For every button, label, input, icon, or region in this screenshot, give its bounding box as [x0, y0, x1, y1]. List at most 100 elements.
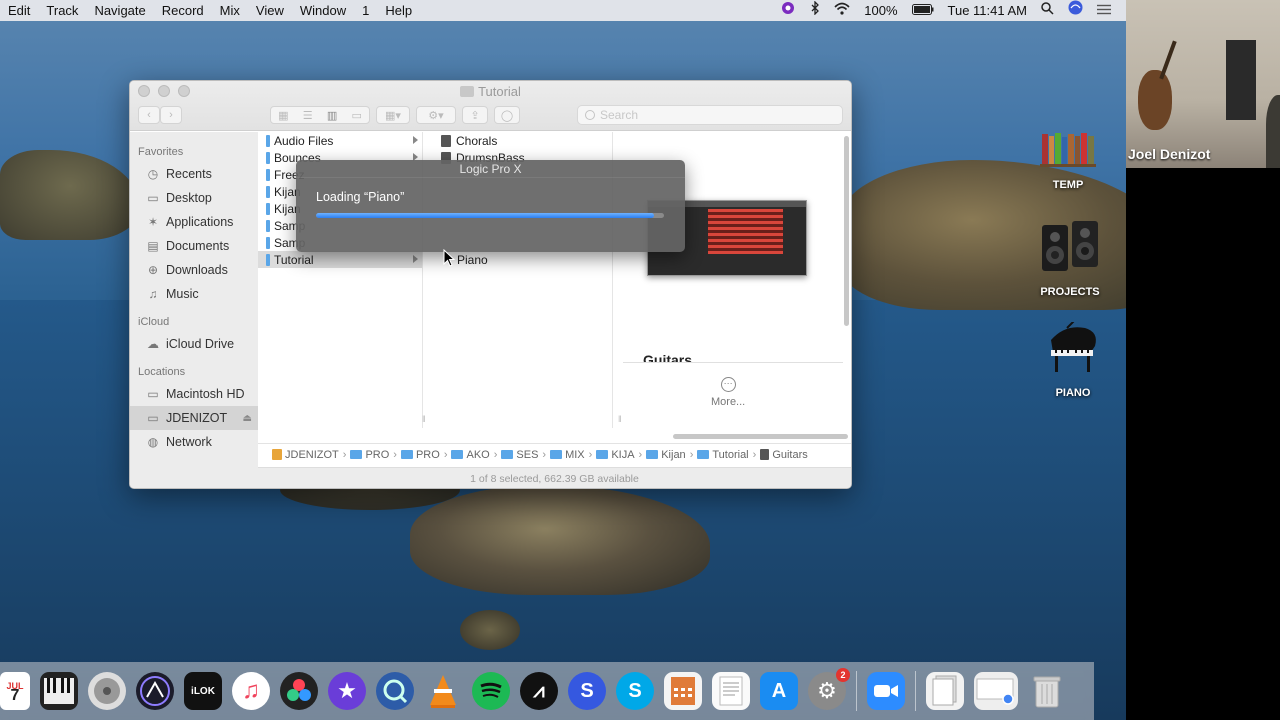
sidebar-item-network[interactable]: ◍ Network [130, 430, 258, 454]
menu-mix[interactable]: Mix [212, 0, 248, 21]
gallery-view-icon[interactable]: ▭ [351, 109, 361, 122]
sidebar-item-downloads[interactable]: ⊕ Downloads [130, 258, 258, 282]
window-title-text: Tutorial [478, 84, 521, 99]
trash-icon [1033, 676, 1061, 708]
menu-navigate[interactable]: Navigate [86, 0, 153, 21]
dock-quicktime[interactable] [376, 672, 414, 710]
dock-chrome-window[interactable] [974, 672, 1018, 710]
menu-window[interactable]: Window [292, 0, 354, 21]
list-view-icon[interactable]: ☰ [303, 109, 313, 122]
path-segment[interactable]: KIJA [596, 449, 635, 461]
chevron-right-icon: › [169, 109, 173, 121]
folder-icon [266, 202, 270, 215]
siri-icon[interactable] [1061, 0, 1090, 21]
dock-shazam[interactable]: S [568, 672, 606, 710]
sidebar-item-desktop[interactable]: ▭ Desktop [130, 186, 258, 210]
participant-video[interactable]: Joel Denizot [1126, 0, 1280, 168]
dock-system-preferences[interactable]: ⚙ 2 [808, 668, 850, 710]
path-segment[interactable]: PRO [400, 449, 440, 461]
dock-music[interactable]: ♫ [232, 672, 270, 710]
group-icon: ▦▾ [385, 109, 401, 122]
view-mode-control[interactable]: ▦ ☰ ▥ ▭ [270, 106, 370, 124]
tags-button[interactable]: ◯ [494, 106, 520, 124]
sidebar-item-recents[interactable]: ◷ Recents [130, 162, 258, 186]
dock-calendar[interactable]: JUL 7 [0, 672, 30, 710]
path-segment[interactable]: Guitars [760, 449, 808, 461]
list-item[interactable]: Audio Files [258, 132, 422, 149]
desktop-icon-temp[interactable]: TEMP [1023, 130, 1113, 191]
horizontal-scrollbar[interactable] [673, 434, 848, 439]
menu-track[interactable]: Track [38, 0, 86, 21]
dock-spotify[interactable] [472, 672, 510, 710]
disk-icon: ▭ [147, 387, 159, 401]
dock-ilok[interactable]: iLOK [184, 672, 222, 710]
dock-disk-utility[interactable] [88, 672, 126, 710]
dock-waves[interactable]: ⩘ [520, 672, 558, 710]
menu-record[interactable]: Record [154, 0, 212, 21]
path-segment[interactable]: Kijan [646, 449, 686, 461]
dock-app-store[interactable]: A [760, 672, 798, 710]
finder-titlebar[interactable]: Tutorial ‹ › ▦ ☰ ▥ ▭ ▦▾ ⚙▾ ⇪ ◯ Search [130, 81, 851, 131]
menu-help[interactable]: Help [377, 0, 420, 21]
column-resize-handle[interactable]: ǁ [618, 414, 622, 424]
path-segment[interactable]: PRO [350, 449, 389, 461]
menu-1[interactable]: 1 [354, 0, 377, 21]
dock-skype[interactable]: S [616, 672, 654, 710]
sidebar-item-documents[interactable]: ▤ Documents [130, 234, 258, 258]
sidebar-item-applications[interactable]: ✶ Applications [130, 210, 258, 234]
column-resize-handle[interactable]: ǁ [422, 414, 426, 424]
path-label: Tutorial [712, 448, 749, 461]
dock-textedit[interactable] [712, 672, 750, 710]
dock-vlc[interactable] [424, 672, 462, 710]
more-button[interactable]: ··· More... [711, 377, 745, 408]
search-input[interactable]: Search [577, 105, 843, 125]
path-segment[interactable]: JDENIZOT [272, 449, 339, 461]
dock-davinci-resolve[interactable] [280, 672, 318, 710]
bluetooth-icon[interactable] [803, 0, 827, 21]
document-stack-icon [932, 675, 957, 706]
dock-piano-app[interactable] [40, 672, 78, 710]
dock-zoom[interactable] [867, 672, 905, 710]
forward-button[interactable]: › [160, 106, 182, 124]
app-store-icon: A [771, 679, 787, 702]
globe-icon: ◍ [147, 435, 159, 449]
list-item[interactable]: Chorals [433, 132, 612, 149]
dock-imovie[interactable]: ★ [328, 672, 366, 710]
path-segment[interactable]: AKO [451, 449, 490, 461]
sidebar-item-jdenizot[interactable]: ▭ JDENIZOT ⏏ [130, 406, 258, 430]
column-view-icon[interactable]: ▥ [327, 109, 337, 122]
dock-calculator[interactable] [664, 672, 702, 710]
eject-icon[interactable]: ⏏ [243, 413, 252, 424]
desktop-icon-projects[interactable]: PROJECTS [1025, 217, 1115, 298]
dock-trash[interactable] [1028, 672, 1066, 710]
vertical-scrollbar[interactable] [844, 136, 849, 326]
action-button[interactable]: ⚙▾ [416, 106, 456, 124]
share-button[interactable]: ⇪ [462, 106, 488, 124]
back-button[interactable]: ‹ [138, 106, 160, 124]
item-label: Tutorial [274, 252, 314, 267]
path-segment[interactable]: SES [501, 449, 538, 461]
battery-icon[interactable] [905, 0, 941, 21]
sidebar-item-macintosh-hd[interactable]: ▭ Macintosh HD [130, 382, 258, 406]
dock-documents-stack[interactable] [926, 672, 964, 710]
desktop-icon-piano[interactable]: PIANO [1028, 319, 1118, 399]
notification-center-icon[interactable] [1090, 0, 1118, 21]
sidebar-item-icloud-drive[interactable]: ☁ iCloud Drive [130, 332, 258, 356]
icon-view-icon[interactable]: ▦ [278, 109, 288, 122]
dock-logic-pro[interactable] [136, 672, 174, 710]
clock[interactable]: Tue 11:41 AM [941, 0, 1035, 21]
menu-view[interactable]: View [248, 0, 292, 21]
spotlight-search-icon[interactable] [1034, 0, 1061, 21]
folder-icon [501, 450, 514, 459]
path-segment[interactable]: Tutorial [697, 448, 749, 461]
path-separator: › [542, 448, 547, 461]
sidebar-item-music[interactable]: ♫ Music [130, 282, 258, 306]
folder-icon [266, 219, 270, 232]
wifi-icon[interactable] [827, 0, 857, 21]
screen-record-icon[interactable] [773, 0, 803, 21]
list-item-selected[interactable]: Tutorial [258, 251, 422, 268]
path-segment[interactable]: MIX [550, 449, 585, 461]
list-item[interactable]: Piano [433, 251, 612, 268]
group-button[interactable]: ▦▾ [376, 106, 410, 124]
menu-edit[interactable]: Edit [0, 0, 38, 21]
